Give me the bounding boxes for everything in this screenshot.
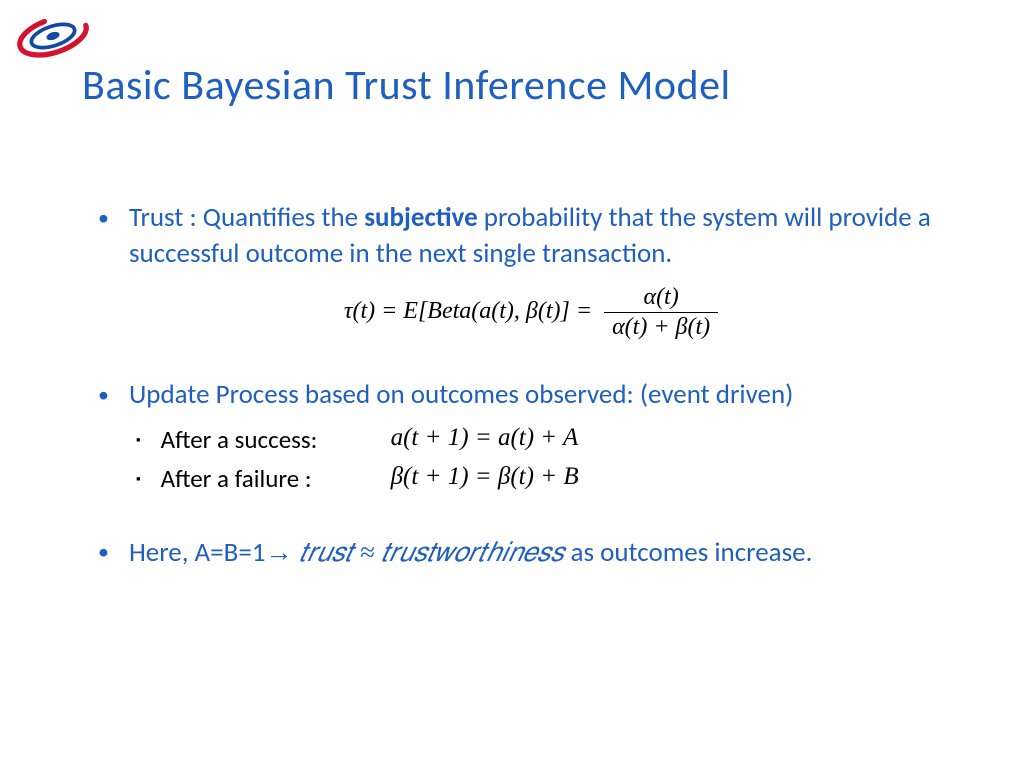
arrow-icon: → (265, 537, 292, 567)
bullet-trust-definition: • Trust : Quantifies the subjective prob… (98, 200, 964, 273)
square-bullet-icon: ▪ (136, 433, 141, 448)
bullet-text: Update Process based on outcomes observe… (129, 377, 793, 413)
square-bullet-icon: ▪ (136, 472, 141, 487)
formula-lhs: τ(t) = E[Beta(a(t), β(t)] = (344, 298, 598, 324)
bullet-dot-icon: • (98, 381, 109, 410)
fraction-denominator: α(t) + β(t) (604, 312, 718, 342)
bullet-dot-icon: • (98, 538, 109, 567)
sub-label: After a success: (161, 424, 391, 455)
sub-math: β(t + 1) = β(t) + B (391, 463, 579, 494)
trust-formula: τ(t) = E[Beta(a(t), β(t)] = α(t)α(t) + β… (98, 283, 964, 342)
bullet-text: Here, A=B=1→ 𝑡𝑟𝑢𝑠𝑡 ≈ 𝑡𝑟𝑢𝑠𝑡𝑤𝑜𝑟𝑡ℎ𝑖𝑛𝑒𝑠𝑠 as … (129, 534, 812, 572)
text-part: as outcomes increase. (571, 536, 813, 569)
text-part: Here, A=B=1 (129, 536, 265, 569)
sub-bullet-list: ▪ After a success: a(t + 1) = a(t) + A ▪… (136, 424, 964, 494)
sub-bullet-text: After a failure : β(t + 1) = β(t) + B (161, 463, 579, 494)
text-bold: subjective (364, 201, 477, 234)
fraction-numerator: α(t) (604, 283, 718, 312)
slide-title: Basic Bayesian Trust Inference Model (82, 60, 731, 111)
sub-bullet-success: ▪ After a success: a(t + 1) = a(t) + A (136, 424, 964, 455)
sub-bullet-text: After a success: a(t + 1) = a(t) + A (161, 424, 579, 455)
bullet-dot-icon: • (98, 204, 109, 233)
fraction: α(t)α(t) + β(t) (604, 283, 718, 342)
sub-bullet-failure: ▪ After a failure : β(t + 1) = β(t) + B (136, 463, 964, 494)
sub-label: After a failure : (161, 463, 391, 494)
slide-body: • Trust : Quantifies the subjective prob… (98, 200, 964, 582)
swirl-logo-icon (14, 6, 92, 66)
bullet-update-process: • Update Process based on outcomes obser… (98, 377, 964, 413)
bullet-text: Trust : Quantifies the subjective probab… (129, 200, 964, 273)
math-inline: 𝑡𝑟𝑢𝑠𝑡 ≈ 𝑡𝑟𝑢𝑠𝑡𝑤𝑜𝑟𝑡ℎ𝑖𝑛𝑒𝑠𝑠 (292, 537, 570, 567)
sub-math: a(t + 1) = a(t) + A (391, 424, 579, 455)
bullet-conclusion: • Here, A=B=1→ 𝑡𝑟𝑢𝑠𝑡 ≈ 𝑡𝑟𝑢𝑠𝑡𝑤𝑜𝑟𝑡ℎ𝑖𝑛𝑒𝑠𝑠 a… (98, 534, 964, 572)
text-part: Trust : Quantifies the (129, 201, 364, 234)
